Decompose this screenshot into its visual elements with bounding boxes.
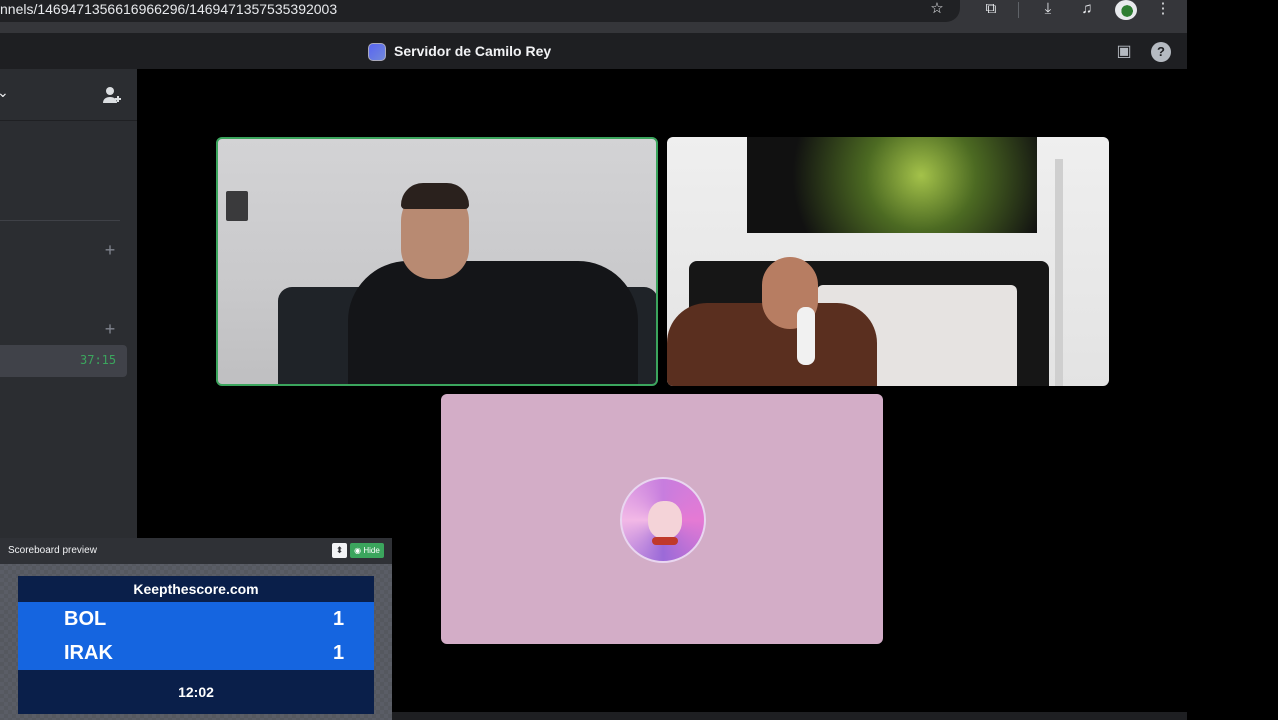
wall-art [747, 137, 1037, 233]
menu-icon[interactable]: ⋮ [1152, 0, 1174, 20]
chevron-down-icon[interactable]: ⌄ [0, 84, 9, 101]
person-hair [401, 183, 469, 209]
toolbar-separator [1018, 2, 1019, 18]
bottom-control-bar [392, 712, 1187, 720]
help-icon[interactable]: ? [1151, 42, 1171, 62]
add-channel-icon[interactable]: + [102, 241, 118, 259]
video-tile[interactable] [667, 137, 1109, 386]
add-voice-channel-icon[interactable]: + [102, 320, 118, 338]
avatar-collar [652, 537, 678, 545]
scoreboard-panel-title: Scoreboard preview [8, 545, 97, 556]
screen: nnels/1469471356616966296/14694713575353… [0, 0, 1278, 720]
url-text[interactable]: nnels/1469471356616966296/14694713575353… [0, 1, 337, 17]
scoreboard-site-title: Keepthescore.com [18, 576, 374, 602]
hide-label: Hide [363, 546, 380, 555]
channel-timer: 37:15 [80, 353, 117, 367]
team-score: 1 [333, 642, 345, 664]
wall-switch [226, 191, 248, 221]
sidebar-divider [0, 220, 120, 221]
download-icon[interactable]: ⤓ [1037, 0, 1059, 20]
right-margin [1187, 0, 1278, 720]
video-tile-speaking[interactable] [216, 137, 658, 386]
app-titlebar [0, 33, 1187, 69]
user-avatar [620, 477, 706, 563]
add-user-glyph [103, 87, 121, 103]
server-icon [368, 43, 386, 61]
team-score: 1 [333, 608, 345, 630]
team-name: IRAK [64, 642, 113, 664]
address-bar[interactable]: nnels/1469471356616966296/14694713575353… [0, 0, 960, 22]
star-icon[interactable]: ☆ [926, 0, 948, 20]
team-name: BOL [64, 608, 107, 630]
add-user-icon[interactable] [100, 84, 124, 106]
screen-share-icon[interactable]: ▣ [1114, 42, 1134, 62]
hide-button[interactable]: ◉ Hide [350, 543, 384, 558]
extensions-icon[interactable]: ⧉ [980, 0, 1002, 20]
microphone [797, 307, 815, 365]
curtain-rod [1055, 159, 1063, 386]
pin-icon[interactable]: ⬍ [332, 543, 347, 558]
server-title: Servidor de Camilo Rey [394, 43, 552, 59]
scoreboard-clock: 12:02 [18, 670, 374, 714]
person-body [348, 261, 638, 384]
profile-avatar[interactable] [1115, 0, 1137, 20]
media-icon[interactable]: ♫ [1076, 0, 1098, 20]
avatar-face [648, 501, 682, 539]
